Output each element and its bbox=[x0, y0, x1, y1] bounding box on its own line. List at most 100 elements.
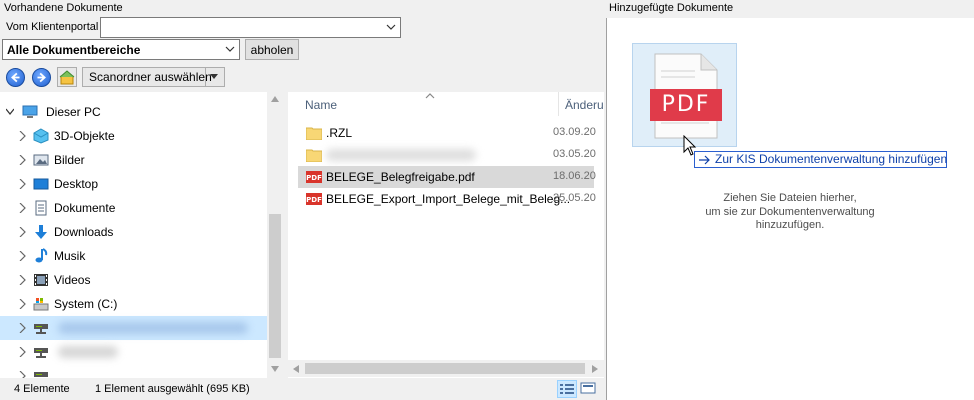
column-header-changed[interactable]: Änderu bbox=[565, 98, 604, 112]
chevron-right-icon[interactable] bbox=[18, 371, 26, 378]
desktop-icon bbox=[33, 178, 49, 190]
scan-folder-label: Scanordner auswählen bbox=[89, 70, 212, 84]
file-name: BELEGE_Belegfreigabe.pdf bbox=[326, 170, 475, 184]
tree-item-label: Downloads bbox=[54, 225, 114, 239]
drop-tooltip: Zur KIS Dokumentenverwaltung hinzufügen bbox=[694, 151, 947, 168]
svg-text:PDF: PDF bbox=[306, 174, 322, 182]
dragged-file-preview: PDF bbox=[632, 43, 737, 147]
document-area-value: Alle Dokumentbereiche bbox=[7, 43, 141, 57]
file-row[interactable]: PDF BELEGE_Export_Import_Belege_mit_Bele… bbox=[298, 188, 596, 210]
details-view-button[interactable] bbox=[557, 380, 577, 398]
chevron-right-icon[interactable] bbox=[18, 323, 26, 333]
computer-icon bbox=[22, 105, 38, 118]
tree-item-network-drive[interactable] bbox=[0, 316, 267, 340]
arrow-right-icon bbox=[699, 155, 710, 165]
status-selection: 1 Element ausgewählt (695 KB) bbox=[95, 383, 250, 395]
drop-tooltip-text: Zur KIS Dokumentenverwaltung hinzufügen bbox=[715, 152, 948, 166]
file-date: 03.09.20 bbox=[553, 126, 596, 138]
split-divider bbox=[205, 68, 206, 86]
tree-item-network-drive[interactable] bbox=[0, 364, 267, 378]
scroll-down-icon[interactable] bbox=[271, 366, 279, 372]
file-row-selected[interactable]: PDF BELEGE_Belegfreigabe.pdf 18.06.20 bbox=[298, 166, 596, 188]
tree-item-label: Bilder bbox=[54, 153, 85, 167]
chevron-right-icon[interactable] bbox=[18, 299, 26, 309]
tree-item-label: System (C:) bbox=[54, 297, 118, 311]
drop-hint-line3: hinzuzufügen. bbox=[755, 219, 825, 231]
tree-item-network-drive[interactable] bbox=[0, 340, 267, 364]
chevron-right-icon[interactable] bbox=[18, 251, 26, 261]
file-name: BELEGE_Export_Import_Belege_mit_Beleg... bbox=[326, 192, 571, 206]
scroll-left-icon[interactable] bbox=[293, 365, 299, 373]
tree-item-label: 3D-Objekte bbox=[54, 129, 115, 143]
left-panel-title: Vorhandene Dokumente bbox=[4, 2, 123, 14]
chevron-right-icon[interactable] bbox=[18, 131, 26, 141]
folder-icon bbox=[306, 127, 322, 140]
network-drive-icon bbox=[34, 372, 48, 377]
fetch-button[interactable]: abholen bbox=[245, 39, 299, 60]
scroll-up-icon[interactable] bbox=[271, 96, 279, 102]
file-name: .RZL bbox=[326, 126, 353, 140]
dropdown-arrow-icon[interactable] bbox=[210, 74, 218, 80]
music-icon bbox=[35, 248, 48, 263]
tree-item-label: Musik bbox=[54, 249, 86, 263]
tree-scrollbar[interactable] bbox=[267, 92, 283, 378]
column-divider[interactable] bbox=[558, 92, 559, 116]
home-folder-button[interactable] bbox=[57, 67, 77, 87]
arrow-left-icon bbox=[11, 72, 20, 83]
forward-button[interactable] bbox=[32, 68, 51, 87]
file-row[interactable]: .RZL 03.09.20 bbox=[298, 122, 596, 144]
tree-item-system-drive[interactable]: System (C:) bbox=[0, 292, 267, 316]
tree-item-desktop[interactable]: Desktop bbox=[0, 172, 267, 196]
tree-item-pictures[interactable]: Bilder bbox=[0, 148, 267, 172]
scroll-right-icon[interactable] bbox=[592, 365, 598, 373]
chevron-right-icon[interactable] bbox=[18, 155, 26, 165]
tree-item-downloads[interactable]: Downloads bbox=[0, 220, 267, 244]
details-view-icon bbox=[560, 384, 574, 394]
network-drive-icon bbox=[34, 324, 48, 334]
file-list-hscrollbar[interactable] bbox=[288, 360, 604, 377]
folder-tree[interactable]: Dieser PC 3D-Objekte Bilder Desktop Doku… bbox=[0, 92, 283, 378]
folder-icon bbox=[306, 149, 322, 162]
drive-icon bbox=[33, 298, 49, 311]
tree-root-label: Dieser PC bbox=[46, 105, 101, 119]
arrow-right-icon bbox=[37, 72, 46, 83]
downloads-icon bbox=[35, 225, 47, 239]
videos-icon bbox=[34, 274, 48, 286]
svg-text:PDF: PDF bbox=[306, 196, 322, 204]
pdf-badge: PDF bbox=[650, 89, 722, 121]
scan-folder-button[interactable]: Scanordner auswählen bbox=[82, 67, 225, 87]
3d-objects-icon bbox=[33, 128, 49, 144]
back-button[interactable] bbox=[6, 68, 25, 87]
network-drive-icon bbox=[34, 348, 48, 358]
right-panel-title: Hinzugefügte Dokumente bbox=[609, 2, 734, 14]
document-area-select[interactable]: Alle Dokumentbereiche bbox=[2, 39, 240, 60]
portal-label: Vom Klientenportal bbox=[6, 21, 99, 33]
file-list[interactable]: Name Änderu .RZL 03.09.20 03.05.20 PDF B… bbox=[288, 92, 604, 378]
pdf-file-icon: PDF bbox=[306, 193, 322, 205]
documents-icon bbox=[35, 200, 47, 216]
chevron-right-icon[interactable] bbox=[18, 203, 26, 213]
column-header-name[interactable]: Name bbox=[305, 98, 337, 112]
portal-select[interactable] bbox=[100, 17, 401, 38]
chevron-down-icon bbox=[225, 46, 235, 52]
scrollbar-thumb[interactable] bbox=[305, 363, 585, 374]
redacted-label bbox=[326, 149, 476, 161]
scrollbar-thumb[interactable] bbox=[269, 214, 281, 358]
tree-item-music[interactable]: Musik bbox=[0, 244, 267, 268]
tree-item-this-pc[interactable]: Dieser PC bbox=[0, 100, 267, 124]
large-icons-view-button[interactable] bbox=[580, 381, 598, 397]
file-date: 25.05.20 bbox=[553, 192, 596, 204]
chevron-right-icon[interactable] bbox=[18, 275, 26, 285]
chevron-right-icon[interactable] bbox=[18, 179, 26, 189]
chevron-right-icon[interactable] bbox=[18, 227, 26, 237]
tree-item-videos[interactable]: Videos bbox=[0, 268, 267, 292]
status-item-count: 4 Elemente bbox=[14, 383, 70, 395]
tree-item-documents[interactable]: Dokumente bbox=[0, 196, 267, 220]
chevron-down-icon bbox=[386, 24, 396, 30]
tree-item-label: Desktop bbox=[54, 177, 99, 191]
file-date: 03.05.20 bbox=[553, 148, 596, 160]
chevron-right-icon[interactable] bbox=[18, 347, 26, 357]
chevron-expanded-icon[interactable] bbox=[6, 107, 14, 117]
tree-item-3d-objects[interactable]: 3D-Objekte bbox=[0, 124, 267, 148]
file-row[interactable]: 03.05.20 bbox=[298, 144, 596, 166]
